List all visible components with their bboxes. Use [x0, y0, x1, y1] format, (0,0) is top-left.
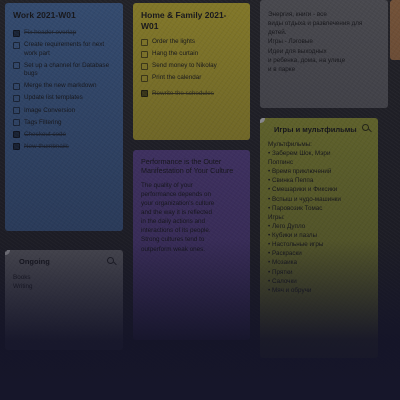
note-ongoing[interactable]: ● Ongoing Books Writing [5, 250, 123, 350]
note-performance[interactable]: Performance is the Outer Manifestation o… [133, 150, 250, 340]
note-line: • Прятки [268, 268, 293, 276]
note-body: Энергия, книги - все виды отдыха и развл… [268, 10, 380, 74]
note-line: in the daily actions and [141, 218, 206, 226]
checklist-item[interactable]: New thumbnails [13, 143, 115, 152]
checklist-item[interactable]: Tags Filtering [13, 119, 115, 128]
checklist-item[interactable]: Checkout code [13, 131, 115, 140]
note-line: и ребенка, дома, на улице [268, 56, 346, 64]
checklist-item-text: Create requirements for next work part [24, 41, 105, 57]
checklist-item[interactable]: Order the lights [141, 38, 242, 47]
notes-board: Work 2021-W01 Fix header overlap Create … [0, 0, 400, 400]
note-entertainment[interactable]: Энергия, книги - все виды отдыха и развл… [260, 0, 388, 108]
note-title: Work 2021-W01 [13, 10, 76, 20]
note-title: Игры и мультфильмы [274, 125, 357, 134]
checklist-item-text: Tags Filtering [24, 118, 62, 126]
note-line: • Мозаика [268, 259, 298, 267]
checklist-item[interactable]: Update list templates [13, 94, 115, 103]
note-line: Strong cultures tend to [141, 236, 205, 244]
note-line: и в парке [268, 65, 296, 73]
checklist-item[interactable]: Hang the curtain [141, 50, 242, 59]
note-body: Books Writing [13, 273, 115, 291]
checklist-item-text: Fix header overlap [24, 29, 77, 37]
checklist-item-text: Print the calendar [152, 74, 202, 82]
note-title: Performance is the Outer Manifestation o… [141, 157, 234, 176]
checklist-item-text: Update list templates [24, 94, 83, 102]
note-line: • Смешарики и Фиксики [268, 186, 338, 194]
checkbox[interactable] [13, 143, 20, 151]
note-line: детей. [268, 29, 287, 37]
note-line: Поппинс [268, 159, 293, 166]
checkbox[interactable] [13, 82, 20, 90]
note-games[interactable]: ✓ Игры и мультфильмы Мультфильмы: • Забе… [260, 118, 378, 358]
note-line: • Лего Дупло [268, 222, 306, 230]
note-line: performance depends on [141, 190, 212, 198]
note-line: • Мяч и обручи [268, 286, 312, 294]
checkbox[interactable] [13, 29, 20, 37]
note-line: • Паровозик Томас [268, 204, 323, 212]
note-line: your organization's culture [141, 199, 215, 207]
note-body: The quality of your performance depends … [141, 181, 242, 254]
note-line: Игры - Лэговые [268, 38, 313, 46]
checkbox[interactable] [13, 131, 20, 139]
checklist-item[interactable]: Send money to Nikolay [141, 62, 242, 71]
note-line: • Кубики и пазлы [268, 232, 318, 239]
note-line: interactions of its people. [141, 227, 211, 235]
note-line: Игры: [268, 213, 285, 221]
note-line: • Раскраски [268, 250, 302, 258]
note-line: Books [13, 273, 31, 281]
checklist-item[interactable]: Set up a channel for Database bugs [13, 62, 115, 79]
note-line: • Салочки [268, 277, 297, 285]
checklist-item-text: Hang the curtain [152, 50, 199, 58]
checkbox[interactable] [13, 94, 20, 102]
search-icon[interactable] [107, 257, 114, 264]
pin-icon[interactable]: ✓ [260, 118, 265, 123]
note-line: The quality of your [141, 181, 193, 189]
note-work[interactable]: Work 2021-W01 Fix header overlap Create … [5, 3, 123, 231]
checklist-item-text: New thumbnails [24, 142, 69, 150]
checklist-item-text: Checkout code [24, 130, 67, 138]
checklist-item-text: Rewrite the schedules [152, 89, 214, 97]
note-line: • Свинка Пеппа [268, 177, 314, 185]
pin-icon[interactable]: ● [5, 250, 10, 255]
note-line: outperform weak ones. [141, 245, 206, 253]
checkbox[interactable] [13, 119, 20, 127]
note-line: • Вспыш и чудо-машинки [268, 195, 341, 203]
checkbox[interactable] [141, 90, 148, 98]
checkbox[interactable] [13, 62, 20, 70]
note-line: Writing [13, 282, 33, 290]
checklist-item-text: Order the lights [152, 38, 196, 46]
checkbox[interactable] [141, 74, 148, 82]
note-title: Home & Family 2021-W01 [141, 10, 227, 32]
checklist-item[interactable]: Create requirements for next work part [13, 41, 115, 58]
note-body: Мультфильмы: • Заберем Шок, Мэри Поппинс… [268, 140, 370, 295]
checklist-item-text: Send money to Nikolay [152, 62, 217, 70]
note-line: and the way it is reflected [141, 209, 213, 217]
checklist-item-text: Set up a channel for Database bugs [24, 61, 110, 78]
checklist-item[interactable]: Fix header overlap [13, 29, 115, 38]
checkbox[interactable] [13, 41, 20, 49]
note-line: • Настольные игры [268, 241, 324, 249]
search-icon[interactable] [362, 124, 369, 131]
checklist: Order the lights Hang the curtain Send m… [141, 38, 242, 98]
checklist-item[interactable]: Merge the new markdown [13, 82, 115, 91]
checklist-item[interactable]: Rewrite the schedules [141, 90, 242, 99]
checkbox[interactable] [13, 107, 20, 115]
note-line: • Заберем Шок, Мэри [268, 149, 331, 157]
note-line: Мультфильмы: [268, 140, 312, 148]
checklist-item[interactable]: Print the calendar [141, 74, 242, 83]
note-title: Ongoing [19, 257, 50, 266]
checklist: Fix header overlap Create requirements f… [13, 29, 115, 151]
checklist-item-text: Image Conversion [24, 106, 76, 114]
note-partial[interactable] [390, 0, 400, 60]
note-line: виды отдыха и развлечения для [268, 20, 363, 28]
checkbox[interactable] [141, 50, 148, 58]
note-line: Энергия, книги - все [268, 11, 327, 18]
note-line: • Время приключений [268, 168, 332, 176]
checkbox[interactable] [141, 38, 148, 46]
note-line: Идеи для выходных [268, 47, 327, 55]
checkbox[interactable] [141, 62, 148, 70]
checklist-item[interactable]: Image Conversion [13, 107, 115, 116]
note-home-family[interactable]: Home & Family 2021-W01 Order the lights … [133, 3, 250, 140]
checklist-item-text: Merge the new markdown [24, 82, 97, 90]
